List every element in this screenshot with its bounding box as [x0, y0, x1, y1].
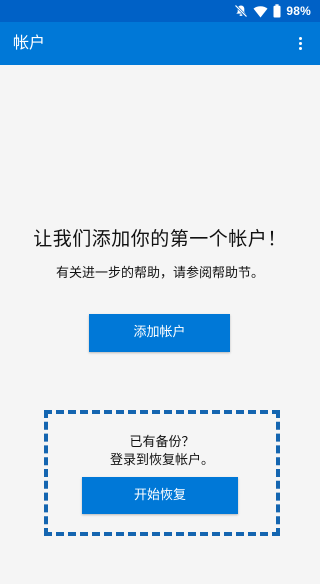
status-bar: 98% [0, 0, 320, 22]
battery-percentage: 98% [286, 4, 311, 18]
restore-instruction: 登录到恢复帐户。 [109, 453, 214, 468]
empty-state-headline: 让我们添加你的第一个帐户！ [33, 228, 287, 250]
overflow-menu-icon[interactable] [288, 30, 312, 56]
restore-prompt: 已有备份？ 登录到恢复帐户。 [48, 434, 276, 470]
mute-icon [234, 4, 248, 18]
help-text: 有关进一步的帮助，请参阅帮助节。 [55, 266, 264, 281]
app-bar: 帐户 [0, 22, 320, 65]
restore-section: 已有备份？ 登录到恢复帐户。 [44, 410, 280, 536]
add-account-button[interactable]: 添加帐户 [89, 314, 230, 352]
wifi-icon [253, 5, 268, 18]
menu-dot [298, 46, 302, 50]
begin-recovery-button[interactable]: 开始恢复 [82, 477, 238, 514]
menu-dot [298, 36, 302, 40]
menu-dot [298, 41, 302, 45]
battery-icon [273, 4, 281, 18]
restore-question: 已有备份？ [129, 435, 195, 450]
status-icons: 98% [234, 3, 311, 19]
page-title: 帐户 [13, 33, 46, 52]
